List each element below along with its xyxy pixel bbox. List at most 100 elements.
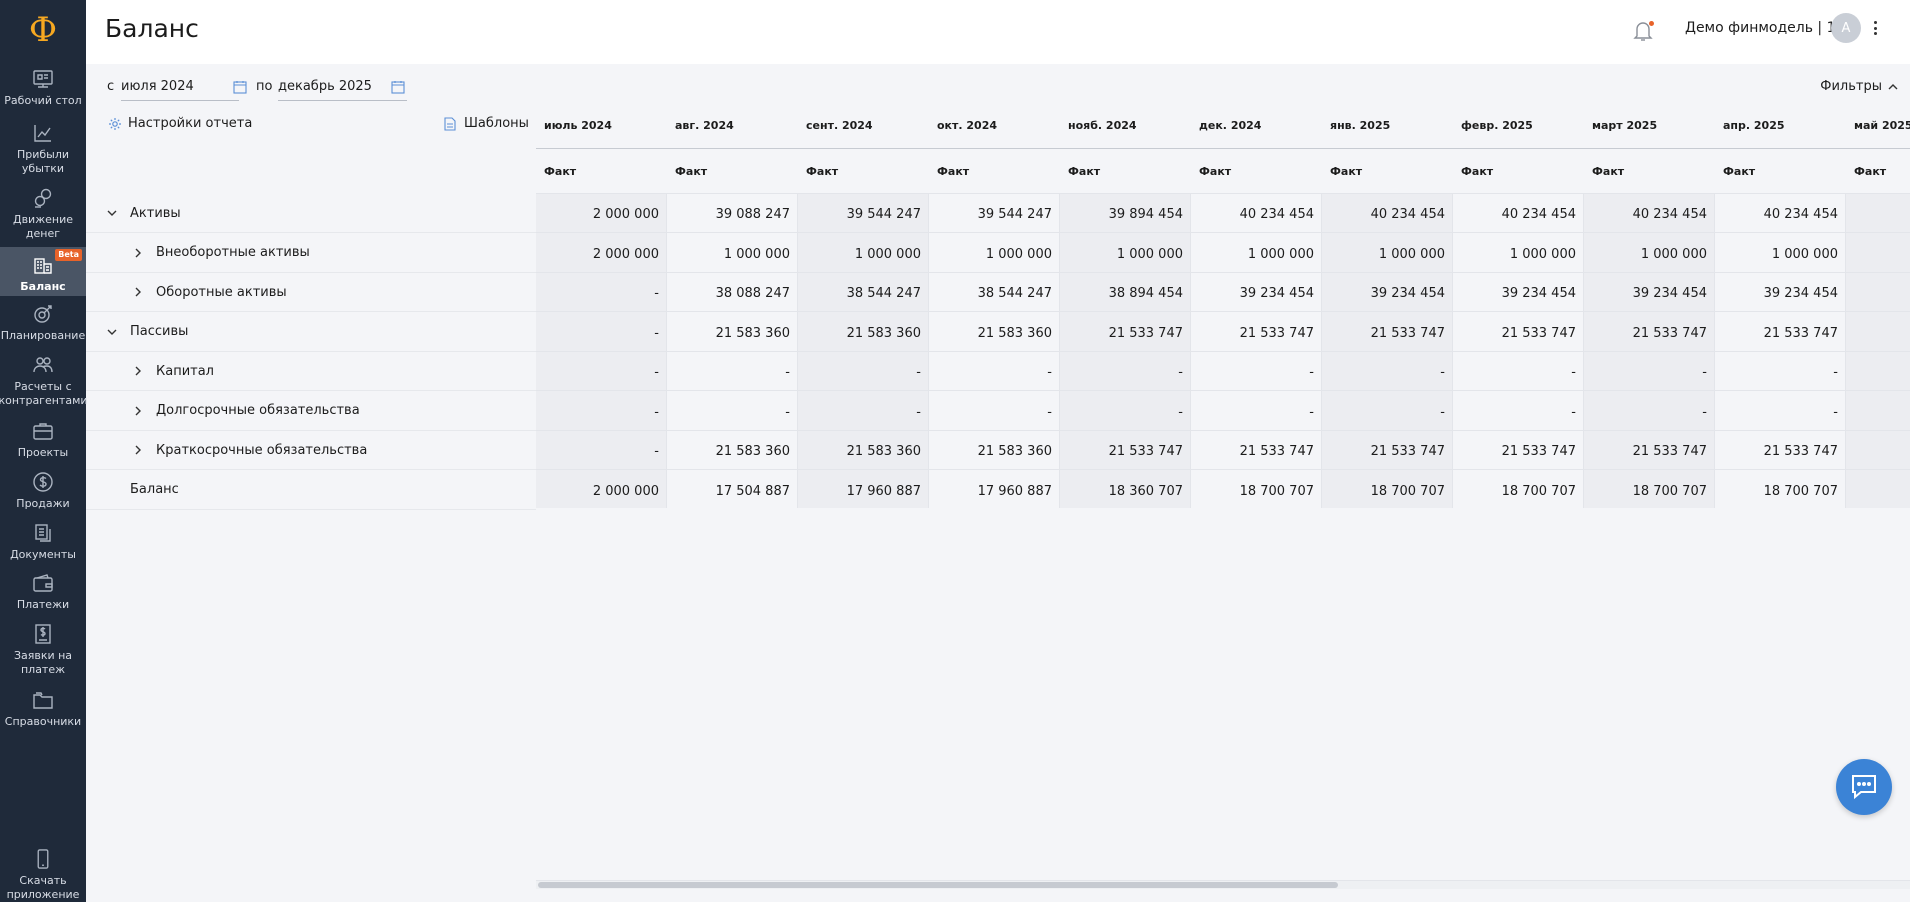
column-header-month[interactable]: март 2025 [1584,106,1715,149]
table-cell[interactable]: 21 533 747 [1584,313,1715,352]
calendar-icon[interactable] [391,80,405,94]
column-header-month[interactable]: апр. 2025 [1715,106,1846,149]
table-cell[interactable]: 39 234 454 [1453,273,1584,312]
column-header-month[interactable]: май 2025 [1846,106,1910,149]
table-cell[interactable]: 17 960 887 [798,471,929,509]
table-row[interactable]: Краткосрочные обязательства [86,431,536,470]
table-cell[interactable]: 1 000 000 [1322,234,1453,273]
table-row[interactable]: Баланс [86,471,536,510]
table-cell[interactable]: 18 700 707 [1584,471,1715,509]
column-header-month[interactable]: янв. 2025 [1322,106,1453,149]
table-cell[interactable]: 21 533 747 [1715,313,1846,352]
chat-button[interactable] [1836,759,1892,815]
table-cell[interactable]: 21 533 747 [1715,431,1846,470]
table-cell[interactable]: 39 234 454 [1715,273,1846,312]
table-cell[interactable]: 39 544 247 [929,194,1060,233]
sidebar-item-payment-requests[interactable]: Заявки на платеж [0,623,86,677]
download-app-button[interactable]: Скачать приложение [0,849,86,902]
table-cell[interactable] [1846,392,1910,431]
table-row[interactable]: Капитал [86,352,536,391]
table-cell[interactable]: - [536,431,667,470]
table-cell[interactable]: 1 000 000 [798,234,929,273]
chevron-down-icon[interactable] [106,326,118,338]
table-cell[interactable]: 17 960 887 [929,471,1060,509]
sidebar-item-references[interactable]: Справочники [0,689,86,729]
table-cell[interactable]: 21 583 360 [798,431,929,470]
org-name[interactable]: Демо финмодель | 1С [1685,20,1845,36]
table-cell[interactable]: - [536,392,667,431]
templates-button[interactable]: Шаблоны [444,116,529,131]
table-cell[interactable]: 17 504 887 [667,471,798,509]
column-header-month[interactable]: авг. 2024 [667,106,798,149]
column-header-month[interactable]: нояб. 2024 [1060,106,1191,149]
table-cell[interactable]: 1 000 000 [1715,234,1846,273]
table-cell[interactable]: - [536,273,667,312]
app-logo[interactable]: Ф [0,0,86,60]
table-cell[interactable]: 2 000 000 [536,471,667,509]
period-from-input[interactable]: июля 2024 [121,73,239,101]
table-cell[interactable]: - [1453,352,1584,391]
table-cell[interactable]: - [1060,352,1191,391]
table-cell[interactable]: 39 544 247 [798,194,929,233]
chevron-right-icon[interactable] [132,444,144,456]
sidebar-item-desktop[interactable]: Рабочий стол [0,68,86,112]
table-cell[interactable]: 40 234 454 [1584,194,1715,233]
table-cell[interactable]: - [1584,352,1715,391]
table-cell[interactable]: - [1191,392,1322,431]
table-cell[interactable]: 21 583 360 [667,313,798,352]
table-cell[interactable]: 38 544 247 [929,273,1060,312]
period-to-input[interactable]: декабрь 2025 [278,73,407,101]
table-cell[interactable]: 2 000 000 [536,234,667,273]
table-cell[interactable]: 40 234 454 [1191,194,1322,233]
table-cell[interactable]: - [536,313,667,352]
report-settings-button[interactable]: Настройки отчета [108,116,252,131]
table-cell[interactable]: - [1584,392,1715,431]
sidebar-item-contractors[interactable]: Расчеты с контрагентами [0,354,88,408]
sidebar-item-projects[interactable]: Проекты [0,420,86,460]
table-cell[interactable]: 18 360 707 [1060,471,1191,509]
table-cell[interactable]: 21 533 747 [1453,431,1584,470]
table-cell[interactable]: 21 533 747 [1322,313,1453,352]
column-header-month[interactable]: сент. 2024 [798,106,929,149]
table-cell[interactable]: 38 088 247 [667,273,798,312]
column-header-month[interactable]: дек. 2024 [1191,106,1322,149]
sidebar-item-profit[interactable]: Прибыли убытки [0,122,86,176]
sidebar-item-documents[interactable]: Документы [0,522,86,562]
table-cell[interactable]: - [1715,392,1846,431]
table-cell[interactable]: - [929,392,1060,431]
table-cell[interactable]: - [1453,392,1584,431]
table-cell[interactable]: 2 [1846,431,1910,470]
table-cell[interactable]: 18 700 707 [1191,471,1322,509]
table-cell[interactable]: 21 533 747 [1060,313,1191,352]
table-cell[interactable]: 39 088 247 [667,194,798,233]
table-cell[interactable]: - [798,392,929,431]
sidebar-item-balance[interactable]: Баланс Beta [0,247,86,296]
table-cell[interactable]: 21 533 747 [1584,431,1715,470]
table-cell[interactable]: 21 583 360 [798,313,929,352]
table-cell[interactable] [1846,234,1910,273]
sidebar-item-cashflow[interactable]: Движение денег [0,187,86,241]
table-cell[interactable]: 1 000 000 [1060,234,1191,273]
table-cell[interactable]: - [1191,352,1322,391]
table-cell[interactable]: 21 533 747 [1191,313,1322,352]
table-row[interactable]: Оборотные активы [86,273,536,312]
table-cell[interactable]: 40 234 454 [1322,194,1453,233]
chevron-right-icon[interactable] [132,247,144,259]
table-cell[interactable]: 21 583 360 [929,313,1060,352]
table-cell[interactable] [1846,352,1910,391]
scrollbar-thumb[interactable] [538,882,1338,888]
table-cell[interactable]: 3 [1846,273,1910,312]
table-cell[interactable]: 18 700 707 [1453,471,1584,509]
table-cell[interactable]: 1 000 000 [1191,234,1322,273]
chevron-right-icon[interactable] [132,286,144,298]
sidebar-item-planning[interactable]: Планирование [0,303,86,343]
table-cell[interactable]: 39 894 454 [1060,194,1191,233]
table-cell[interactable]: 18 700 707 [1322,471,1453,509]
table-cell[interactable]: 39 234 454 [1584,273,1715,312]
table-row[interactable]: Внеоборотные активы [86,234,536,273]
table-cell[interactable]: 40 234 454 [1715,194,1846,233]
table-cell[interactable]: 39 234 454 [1191,273,1322,312]
chevron-right-icon[interactable] [132,365,144,377]
table-cell[interactable]: 18 700 707 [1715,471,1846,509]
table-row[interactable]: Пассивы [86,313,536,352]
